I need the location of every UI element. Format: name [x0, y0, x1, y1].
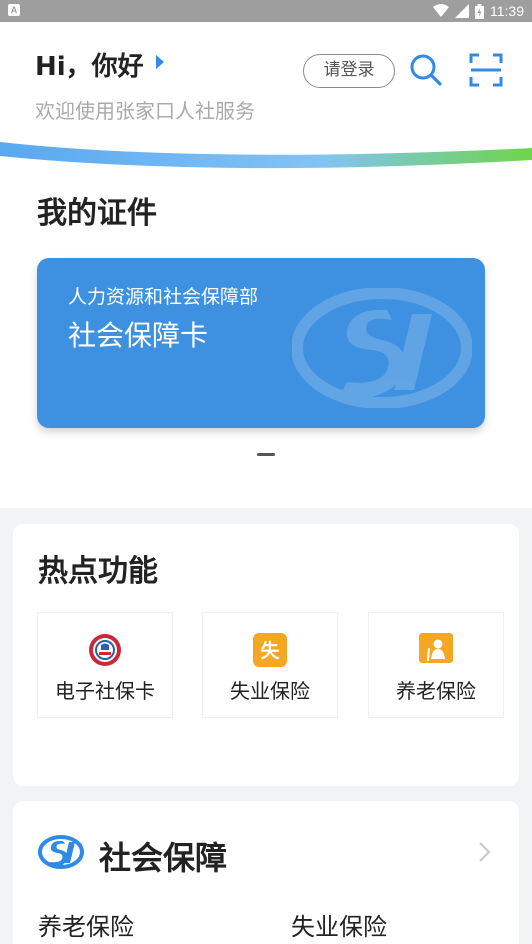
tile-pension[interactable]: 养老保险: [368, 612, 504, 718]
battery-icon: [475, 3, 484, 19]
social-security-title: 社会保障: [99, 839, 228, 877]
tile-e-social-card[interactable]: 电子社保卡: [37, 612, 173, 718]
card-org: 人力资源和社会保障部: [68, 286, 259, 308]
greeting-text: Hi，你好: [35, 52, 144, 82]
certificates-title: 我的证件: [37, 196, 157, 231]
pension-icon: [419, 633, 453, 663]
hot-functions-section: 热点功能 电子社保卡 失 失业保险 养老保险: [13, 524, 519, 786]
certificates-section: 我的证件 人力资源和社会保障部 社会保障卡: [0, 170, 532, 508]
wifi-icon: [433, 4, 449, 17]
welcome-text: 欢迎使用张家口人社服务: [35, 99, 255, 123]
tile-label: 养老保险: [396, 679, 476, 703]
unemployment-icon: 失: [253, 633, 287, 667]
greeting[interactable]: Hi，你好: [35, 46, 164, 83]
header-wave-decoration: [0, 142, 532, 170]
tile-unemployment[interactable]: 失 失业保险: [202, 612, 338, 718]
social-item-pension[interactable]: 养老保险: [38, 907, 134, 942]
carousel-indicator: [257, 453, 275, 456]
signal-icon: [455, 4, 469, 18]
search-icon[interactable]: [408, 52, 444, 88]
social-security-card[interactable]: 人力资源和社会保障部 社会保障卡: [37, 258, 485, 428]
social-security-section[interactable]: 社会保障 养老保险 失业保险: [13, 801, 519, 944]
si-logo-watermark-icon: [292, 288, 472, 408]
chevron-right-icon[interactable]: [477, 841, 491, 863]
status-icons: 11:39: [433, 2, 524, 20]
hot-functions-title: 热点功能: [38, 554, 158, 589]
e-social-card-icon: [89, 634, 121, 666]
status-time: 11:39: [490, 3, 524, 19]
card-name: 社会保障卡: [68, 319, 209, 352]
status-bar: A 11:39: [0, 0, 532, 22]
tile-label: 电子社保卡: [55, 679, 155, 703]
tile-label: 失业保险: [230, 679, 310, 703]
si-logo-icon: [38, 835, 84, 869]
caret-right-icon: [155, 54, 164, 69]
login-button[interactable]: 请登录: [303, 54, 395, 88]
social-item-unemployment[interactable]: 失业保险: [291, 907, 387, 942]
scan-icon[interactable]: [468, 52, 504, 88]
notification-icon: A: [8, 4, 20, 16]
header: Hi，你好 欢迎使用张家口人社服务 请登录: [0, 22, 532, 170]
svg-text:失: 失: [260, 639, 280, 662]
